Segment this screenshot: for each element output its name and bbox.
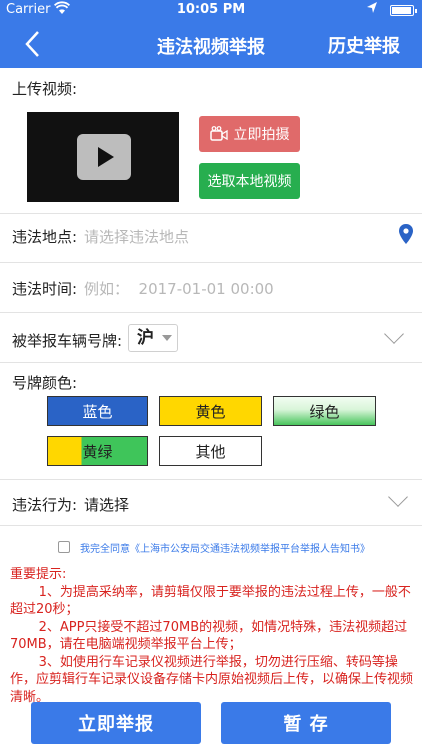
color-option-yellow[interactable]: 黄色 (159, 396, 262, 426)
divider (0, 312, 422, 313)
camera-icon (209, 126, 228, 141)
status-bar: Carrier 10:05 PM (0, 0, 422, 20)
notice-title: 重要提示: (10, 567, 67, 582)
select-local-video-button[interactable]: 选取本地视频 (199, 163, 300, 199)
divider (0, 525, 422, 526)
behavior-select[interactable]: 请选择 (84, 494, 129, 515)
clock: 10:05 PM (176, 2, 246, 17)
shoot-now-label: 立即拍摄 (233, 127, 290, 143)
province-value: 沪 (137, 328, 154, 348)
color-option-yellow-green[interactable]: 黄绿 (47, 436, 148, 466)
plate-label: 被举报车辆号牌: (12, 332, 123, 350)
plate-color-label: 号牌颜色: (12, 374, 78, 392)
chevron-down-icon[interactable] (384, 324, 404, 344)
color-option-other[interactable]: 其他 (159, 436, 262, 466)
location-label: 违法地点: (12, 228, 78, 246)
important-notice: 重要提示: 1、为提高采纳率，请剪辑仅限于要举报的违法过程上传，一般不超过20秒… (10, 566, 415, 706)
shoot-now-button[interactable]: 立即拍摄 (199, 116, 300, 152)
divider (0, 213, 422, 214)
location-input[interactable]: 请选择违法地点 (84, 226, 189, 247)
map-pin-icon[interactable] (398, 223, 414, 245)
location-arrow-icon (366, 1, 378, 19)
navigation-bar: 违法视频举报 历史举报 (0, 20, 422, 68)
chevron-down-icon[interactable] (388, 487, 408, 507)
save-draft-button[interactable]: 暂 存 (221, 702, 391, 744)
play-icon (77, 134, 131, 180)
notice-item: 2、APP只接受不超过70MB的视频，如情况特殊，违法视频超过70MB，请在电脑… (10, 619, 408, 653)
submit-report-button[interactable]: 立即举报 (31, 702, 201, 744)
color-option-blue[interactable]: 蓝色 (47, 396, 148, 426)
agreement-link[interactable]: 我完全同意《上海市公安局交通违法视频举报平台举报人告知书》 (80, 540, 370, 555)
time-label: 违法时间: (12, 280, 78, 298)
color-option-green[interactable]: 绿色 (273, 396, 376, 426)
behavior-label: 违法行为: (12, 496, 78, 514)
upload-video-label: 上传视频: (12, 80, 78, 98)
agree-checkbox[interactable] (58, 541, 70, 553)
divider (0, 262, 422, 263)
notice-item: 3、如使用行车记录仪视频进行举报，切勿进行压缩、转码等操作，应剪辑行车记录仪设备… (10, 654, 414, 705)
notice-item: 1、为提高采纳率，请剪辑仅限于要举报的违法过程上传，一般不超过20秒； (10, 584, 411, 618)
caret-down-icon (162, 335, 172, 341)
history-report-button[interactable]: 历史举报 (328, 32, 400, 58)
video-preview[interactable] (27, 112, 179, 202)
battery-icon (390, 5, 417, 16)
divider (0, 362, 422, 363)
province-select[interactable]: 沪 (128, 324, 178, 352)
divider (0, 479, 422, 480)
time-input[interactable]: 例如： 2017-01-01 00:00 (84, 278, 274, 299)
